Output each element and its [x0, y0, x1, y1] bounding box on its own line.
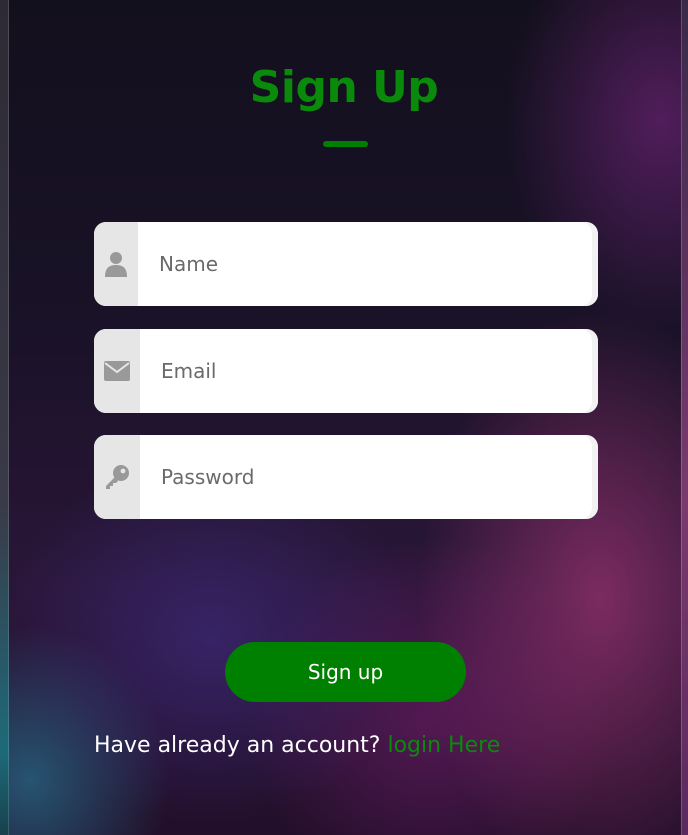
login-prompt-text: Have already an account?: [94, 733, 381, 758]
key-icon: [104, 464, 130, 490]
email-icon-cell: [94, 329, 140, 413]
window-right-edge: [681, 0, 688, 835]
email-input[interactable]: [161, 351, 561, 391]
login-link[interactable]: login Here: [387, 733, 500, 758]
name-field[interactable]: [94, 222, 598, 306]
password-icon-cell: [94, 435, 140, 519]
envelope-icon: [104, 361, 130, 381]
email-field[interactable]: [94, 329, 598, 413]
name-icon-cell: [94, 222, 138, 306]
login-prompt: Have already an account? login Here: [94, 733, 500, 758]
page-title: Sign Up: [249, 62, 439, 113]
sign-up-button[interactable]: Sign up: [225, 642, 466, 702]
password-input[interactable]: [161, 457, 561, 497]
password-field[interactable]: [94, 435, 598, 519]
name-input[interactable]: [159, 244, 559, 284]
background: [0, 0, 688, 835]
user-icon: [105, 251, 127, 277]
window-left-edge: [0, 0, 9, 835]
title-underline: [323, 141, 368, 147]
